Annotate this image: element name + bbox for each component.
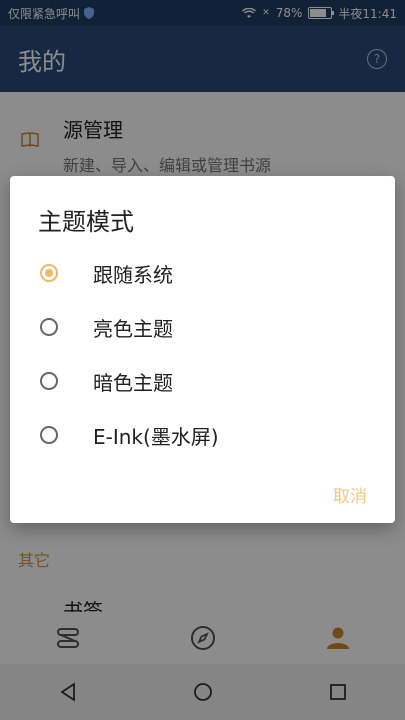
option-label: 亮色主题: [93, 316, 173, 341]
radio-light-theme[interactable]: [40, 318, 58, 336]
radio-follow-system[interactable]: [40, 264, 58, 282]
option-label: E-Ink(墨水屏): [93, 424, 219, 449]
option-eink-theme[interactable]: E-Ink(墨水屏): [10, 410, 395, 460]
option-dark-theme[interactable]: 暗色主题: [10, 356, 395, 406]
theme-mode-dialog: 主题模式 跟随系统 亮色主题 暗色主题 E-Ink(墨水屏) 取消: [10, 176, 395, 523]
radio-dark-theme[interactable]: [40, 372, 58, 390]
option-label: 跟随系统: [93, 262, 173, 287]
option-light-theme[interactable]: 亮色主题: [10, 302, 395, 352]
option-label: 暗色主题: [93, 370, 173, 395]
dialog-title: 主题模式: [38, 208, 134, 236]
cancel-button[interactable]: 取消: [333, 482, 367, 507]
radio-eink-theme[interactable]: [40, 426, 58, 444]
option-follow-system[interactable]: 跟随系统: [10, 248, 395, 298]
